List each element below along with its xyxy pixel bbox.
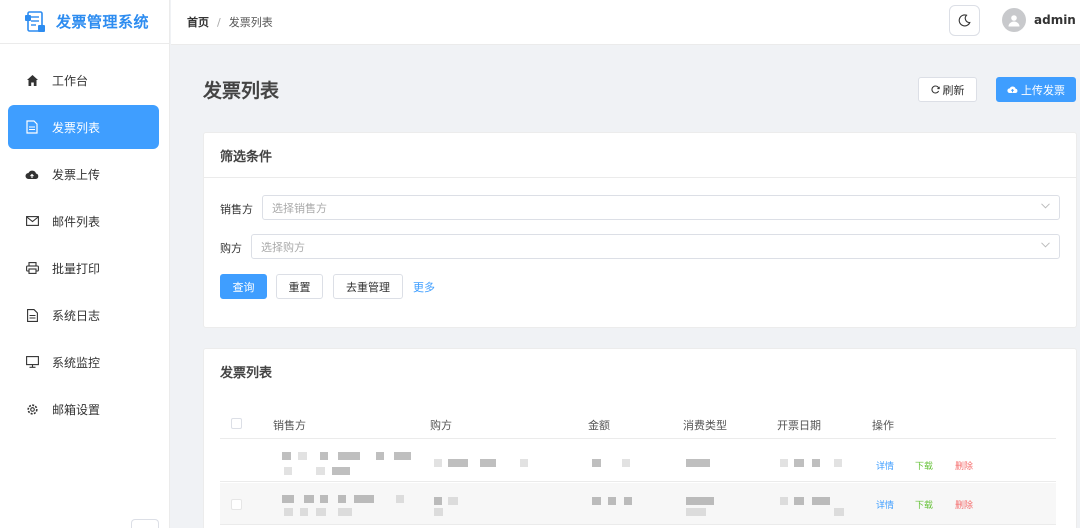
table-row[interactable]: 详情 下载 删除 bbox=[220, 440, 1056, 482]
query-label: 查询 bbox=[232, 280, 255, 294]
download-link[interactable]: 下载 bbox=[915, 459, 933, 472]
delete-link[interactable]: 删除 bbox=[955, 459, 973, 472]
invoice-logo-icon bbox=[25, 10, 45, 32]
seller-label: 销售方 bbox=[220, 203, 253, 216]
seller-select[interactable]: 选择销售方 bbox=[262, 195, 1060, 220]
gear-icon bbox=[25, 402, 39, 416]
sidebar-item-label: 系统日志 bbox=[52, 308, 101, 323]
cloud-upload-icon bbox=[1007, 85, 1018, 94]
select-all-checkbox[interactable] bbox=[231, 418, 242, 429]
detail-link[interactable]: 详情 bbox=[876, 498, 894, 511]
sidebar-item-label: 邮箱设置 bbox=[52, 402, 101, 417]
cloud-upload-icon bbox=[25, 167, 39, 181]
refresh-button[interactable]: 刷新 bbox=[918, 77, 977, 102]
column-invoice-date[interactable]: 开票日期 bbox=[777, 417, 821, 433]
detail-link[interactable]: 详情 bbox=[876, 459, 894, 472]
sidebar-item-label: 批量打印 bbox=[52, 261, 101, 276]
breadcrumb-home[interactable]: 首页 bbox=[187, 14, 209, 30]
sidebar-item-system-log[interactable]: 系统日志 bbox=[8, 293, 159, 337]
invoice-table-card: 发票列表 销售方 购方 金额 消费类型 开票日期 操作 详情 下载 删除 详情 … bbox=[203, 348, 1077, 528]
monitor-icon bbox=[25, 355, 39, 369]
upload-invoice-label: 上传发票 bbox=[1021, 83, 1065, 97]
sidebar: 发票管理系统 工作台 发票列表 发票上传 邮件列表 批量打印 系统日志 系统监控… bbox=[0, 0, 170, 528]
invoice-table-title: 发票列表 bbox=[220, 366, 273, 381]
breadcrumb-separator: / bbox=[217, 15, 221, 29]
sidebar-item-batch-print[interactable]: 批量打印 bbox=[8, 246, 159, 290]
sidebar-item-workbench[interactable]: 工作台 bbox=[8, 58, 159, 102]
dedupe-manage-label: 去重管理 bbox=[346, 280, 390, 294]
refresh-label: 刷新 bbox=[942, 83, 965, 97]
sidebar-item-mail-list[interactable]: 邮件列表 bbox=[8, 199, 159, 243]
seller-select-placeholder: 选择销售方 bbox=[272, 201, 327, 215]
breadcrumb-current: 发票列表 bbox=[228, 16, 273, 29]
sidebar-item-invoice-upload[interactable]: 发票上传 bbox=[8, 152, 159, 196]
chevron-down-icon bbox=[1041, 203, 1050, 209]
top-header: 首页 / 发票列表 admin bbox=[171, 0, 1080, 45]
sidebar-item-label: 发票列表 bbox=[52, 120, 101, 135]
buyer-select[interactable]: 选择购方 bbox=[251, 234, 1060, 259]
buyer-label: 购方 bbox=[220, 242, 242, 255]
breadcrumb: 首页 / 发票列表 bbox=[171, 14, 273, 30]
table-header: 销售方 购方 金额 消费类型 开票日期 操作 bbox=[220, 409, 1056, 439]
username: admin bbox=[1034, 13, 1076, 27]
sidebar-item-mailbox-settings[interactable]: 邮箱设置 bbox=[8, 387, 159, 431]
sidebar-item-label: 发票上传 bbox=[52, 167, 101, 182]
sidebar-item-system-monitor[interactable]: 系统监控 bbox=[8, 340, 159, 384]
user-menu[interactable]: admin bbox=[1002, 8, 1080, 32]
log-icon bbox=[25, 308, 39, 322]
filter-card-title: 筛选条件 bbox=[204, 133, 1076, 178]
row-checkbox[interactable] bbox=[231, 499, 242, 510]
column-buyer[interactable]: 购方 bbox=[430, 417, 452, 433]
buyer-select-placeholder: 选择购方 bbox=[261, 240, 305, 254]
sidebar-item-invoice-list[interactable]: 发票列表 bbox=[8, 105, 159, 149]
sidebar-collapse-button[interactable] bbox=[131, 519, 159, 528]
upload-invoice-button[interactable]: 上传发票 bbox=[996, 77, 1076, 102]
printer-icon bbox=[25, 261, 39, 275]
theme-toggle-button[interactable] bbox=[949, 5, 980, 36]
table-row[interactable]: 详情 下载 删除 bbox=[220, 483, 1056, 525]
document-icon bbox=[25, 120, 39, 134]
chevron-down-icon bbox=[1041, 242, 1050, 248]
sidebar-item-label: 邮件列表 bbox=[52, 214, 101, 229]
home-icon bbox=[25, 73, 39, 87]
mail-icon bbox=[25, 214, 39, 228]
brand-title: 发票管理系统 bbox=[56, 13, 150, 31]
column-seller[interactable]: 销售方 bbox=[273, 417, 306, 433]
query-button[interactable]: 查询 bbox=[220, 274, 267, 299]
delete-link[interactable]: 删除 bbox=[955, 498, 973, 511]
download-link[interactable]: 下载 bbox=[915, 498, 933, 511]
column-amount[interactable]: 金额 bbox=[588, 417, 610, 433]
sidebar-item-label: 工作台 bbox=[52, 73, 89, 88]
reset-label: 重置 bbox=[288, 280, 311, 294]
dedupe-manage-button[interactable]: 去重管理 bbox=[333, 274, 403, 299]
more-filters-link[interactable]: 更多 bbox=[413, 279, 435, 295]
moon-icon bbox=[958, 14, 971, 27]
brand[interactable]: 发票管理系统 bbox=[0, 0, 169, 44]
sidebar-item-label: 系统监控 bbox=[52, 355, 101, 370]
user-icon bbox=[1008, 15, 1020, 27]
filter-card: 筛选条件 销售方 选择销售方 购方 选择购方 查询 重置 去重管理 更多 bbox=[203, 132, 1077, 328]
refresh-icon bbox=[930, 85, 940, 94]
reset-button[interactable]: 重置 bbox=[276, 274, 323, 299]
avatar bbox=[1002, 8, 1026, 32]
page-title: 发票列表 bbox=[203, 80, 280, 102]
column-expense-type[interactable]: 消费类型 bbox=[683, 417, 727, 433]
sidebar-menu: 工作台 发票列表 发票上传 邮件列表 批量打印 系统日志 系统监控 邮箱设置 bbox=[0, 44, 169, 431]
column-actions: 操作 bbox=[872, 419, 894, 432]
